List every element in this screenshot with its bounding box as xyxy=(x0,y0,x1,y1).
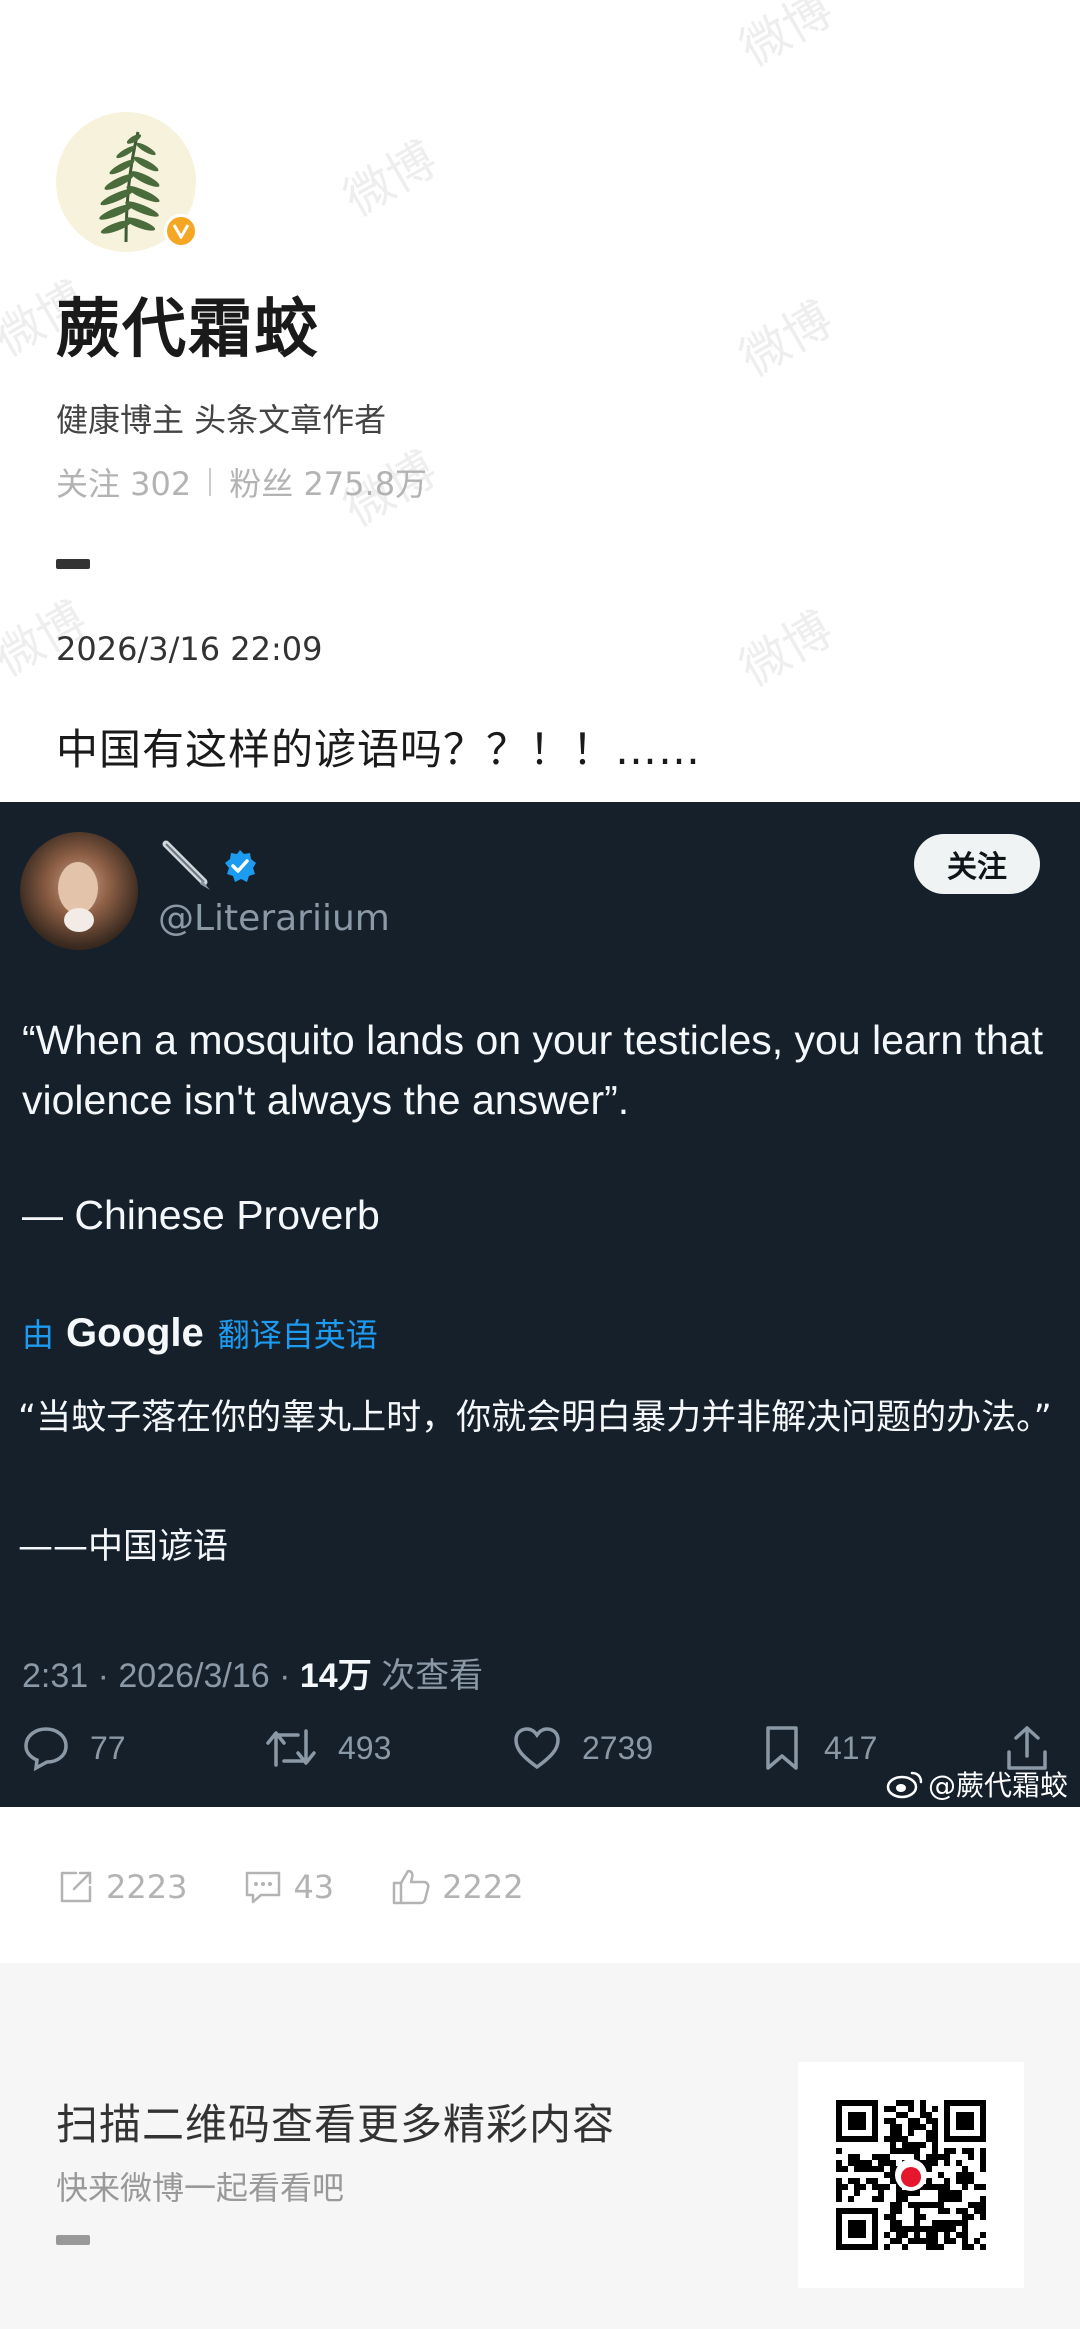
weibo-watermark-text: @蕨代霜蛟 xyxy=(928,1769,1069,1802)
followers-count[interactable]: 粉丝 275.8万 xyxy=(229,459,427,505)
watermark: 微博 xyxy=(334,131,447,228)
thumbs-up-icon xyxy=(392,1869,430,1905)
profile-stats: 关注 302 粉丝 275.8万 xyxy=(56,459,427,505)
follow-button: 关注 xyxy=(914,834,1040,894)
verified-check-icon xyxy=(225,850,256,882)
following-count[interactable]: 关注 302 xyxy=(56,459,191,505)
comment-icon xyxy=(246,1871,281,1904)
tweet-time: 2:31 · 2026/3/16 · xyxy=(22,1657,300,1695)
translated-by-label: 由 xyxy=(22,1316,55,1354)
tweet-translation: “当蚊子落在你的睾丸上时，你就会明白暴力并非解决问题的办法。” xyxy=(18,1398,1052,1438)
tweet-translation-source: ——中国谚语 xyxy=(18,1527,229,1567)
google-logo: Google xyxy=(66,1310,204,1355)
repost-icon xyxy=(60,1871,92,1903)
bookmark-icon xyxy=(766,1726,798,1770)
watermark: 微博 xyxy=(730,601,843,698)
tweet-views-suffix: 次查看 xyxy=(371,1657,484,1695)
heart-icon xyxy=(514,1727,560,1770)
tweet-quote: “When a mosquito lands on your testicles… xyxy=(22,1017,1043,1123)
like-count: 2222 xyxy=(442,1868,524,1906)
comment-button[interactable]: 43 xyxy=(243,1867,334,1907)
footer-title: 扫描二维码查看更多精彩内容 xyxy=(56,2100,616,2149)
qr-code[interactable] xyxy=(798,2062,1024,2288)
like-button[interactable]: 2222 xyxy=(390,1867,524,1907)
post-stats-bar: 2223 43 2222 xyxy=(56,1862,580,1912)
translation-label: 由 Google 翻译自英语 xyxy=(22,1310,378,1356)
comment-count: 43 xyxy=(293,1868,335,1906)
translated-from-label: 翻译自英语 xyxy=(217,1316,378,1354)
weibo-logo-icon xyxy=(886,1771,923,1799)
profile-description: 健康博主 头条文章作者 xyxy=(56,401,387,439)
tweet-views: 14万 xyxy=(299,1657,372,1695)
reply-count: 77 xyxy=(90,1729,126,1766)
qr-code-image xyxy=(836,2100,986,2250)
weibo-watermark: @蕨代霜蛟 xyxy=(886,1764,1068,1804)
retweet-action: 493 xyxy=(264,1718,391,1778)
profile-name[interactable]: 蕨代霜蛟 xyxy=(56,278,320,370)
divider xyxy=(209,468,212,496)
quill-pen-icon xyxy=(162,840,210,890)
tweet-screenshot: @Literariium 关注 “When a mosquito lands o… xyxy=(0,802,1080,1807)
retweet-count: 493 xyxy=(338,1729,392,1766)
qr-footer: 扫描二维码查看更多精彩内容 快来微博一起看看吧 xyxy=(0,1963,1080,2329)
tweet-quote-source: — Chinese Proverb xyxy=(22,1192,380,1238)
bookmark-action: 417 xyxy=(760,1718,877,1778)
verified-badge-icon xyxy=(164,214,198,248)
bookmark-count: 417 xyxy=(824,1729,878,1766)
like-count: 2739 xyxy=(582,1729,654,1766)
retweet-icon xyxy=(266,1729,316,1767)
post-text: 中国有这样的谚语吗？？！！…… xyxy=(56,725,702,774)
section-divider xyxy=(56,559,90,569)
profile-avatar[interactable] xyxy=(56,112,198,252)
reply-action: 77 xyxy=(22,1718,126,1778)
repost-button[interactable]: 2223 xyxy=(56,1867,187,1907)
repost-count: 2223 xyxy=(106,1868,188,1906)
footer-divider xyxy=(56,2235,90,2245)
like-action: 2739 xyxy=(512,1718,653,1778)
reply-icon xyxy=(24,1727,68,1771)
tweet-avatar xyxy=(20,832,138,950)
watermark: 微博 xyxy=(730,0,843,78)
tweet-meta: 2:31 · 2026/3/16 · 14万 次查看 xyxy=(22,1648,483,1697)
watermark: 微博 xyxy=(730,291,843,388)
tweet-handle: @Literariium xyxy=(158,898,390,939)
footer-subtitle: 快来微博一起看看吧 xyxy=(56,2169,345,2207)
post-date: 2026/3/16 22:09 xyxy=(56,630,323,668)
